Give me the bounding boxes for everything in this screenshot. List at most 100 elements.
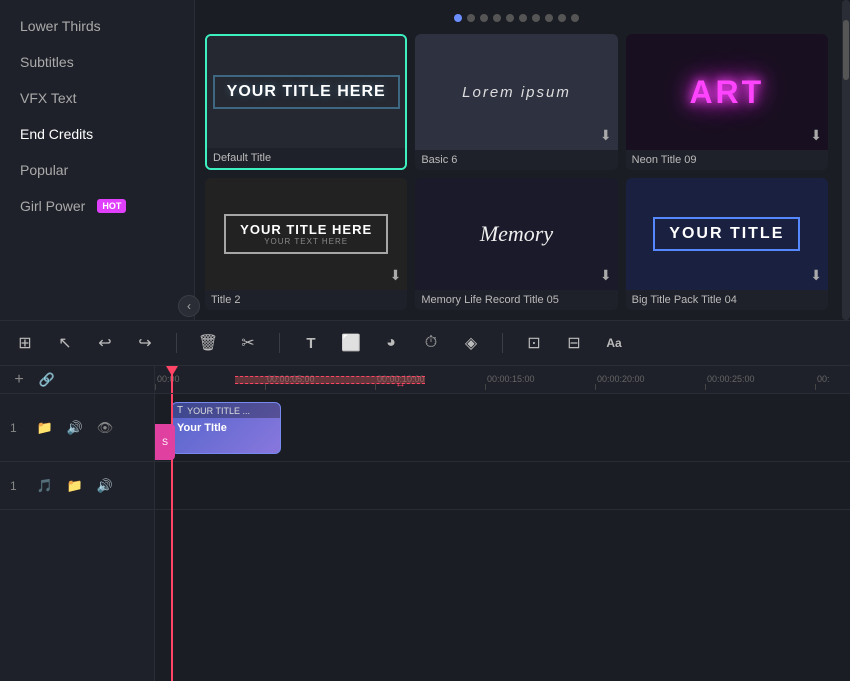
scrollbar[interactable] bbox=[842, 0, 850, 320]
card-preview-text: YOUR TITLE bbox=[669, 225, 784, 243]
toolbar-separator bbox=[176, 333, 177, 353]
toolbar-group-button[interactable]: ⊞ bbox=[12, 330, 38, 356]
collapse-sidebar-button[interactable]: ‹ bbox=[178, 295, 200, 317]
pagination-dot-4[interactable] bbox=[506, 14, 514, 22]
bigtitle-inner: YOUR TITLE bbox=[653, 217, 800, 251]
title-clip-label: YOUR TITLE ... bbox=[187, 406, 250, 416]
pagination-dot-8[interactable] bbox=[558, 14, 566, 22]
card-label: Big Title Pack Title 04 bbox=[626, 290, 828, 310]
scrollbar-thumb bbox=[843, 20, 849, 80]
card-preview-text: YOUR TITLE HERE bbox=[240, 222, 372, 237]
toolbar: ⊞ ↖ ↩ ↪ 🗑 ✂ T ⬜ ◕ ⏱ ◈ ⊡ ⊟ Aa bbox=[0, 320, 850, 366]
video-track-audio-button[interactable]: 🔊 bbox=[64, 417, 86, 439]
audio-track-folder-button[interactable]: 📁 bbox=[64, 475, 86, 497]
toolbar-cut-button[interactable]: ✂ bbox=[235, 330, 261, 356]
title2-inner: YOUR TITLE HERE YOUR TEXT HERE bbox=[224, 214, 388, 254]
card-label: Memory Life Record Title 05 bbox=[415, 290, 617, 310]
ruler-mark-4: 00:00:20:00 bbox=[595, 374, 705, 390]
pagination-dot-3[interactable] bbox=[493, 14, 501, 22]
toolbar-redo-button[interactable]: ↪ bbox=[132, 330, 158, 356]
toolbar-text-button[interactable]: T bbox=[298, 330, 324, 356]
title-clip[interactable]: T YOUR TITLE ... Your TItle bbox=[171, 402, 281, 454]
sidebar-item-popular[interactable]: Popular bbox=[0, 152, 194, 188]
video-track-folder-button[interactable]: 📁 bbox=[34, 417, 56, 439]
pagination-dot-0[interactable] bbox=[454, 14, 462, 22]
video-track-lane[interactable]: S T YOUR TITLE ... Your TItle bbox=[155, 394, 850, 462]
ruler-tick bbox=[595, 384, 705, 390]
content-area: YOUR TITLE HERE Default Title Lorem ipsu… bbox=[195, 0, 838, 320]
timeline-ruler: 00:0000:00:05:0000:00:10:0000:00:15:0000… bbox=[155, 366, 850, 394]
ruler-label: 00:00 bbox=[155, 374, 180, 384]
card-preview: ART ⬇ bbox=[626, 34, 828, 150]
sidebar: Lower Thirds Subtitles VFX Text End Cred… bbox=[0, 0, 195, 320]
ruler-label: 00:00:20:00 bbox=[595, 374, 645, 384]
toolbar-select-button[interactable]: ↖ bbox=[52, 330, 78, 356]
audio-track-lane[interactable] bbox=[155, 462, 850, 510]
toolbar-delete-button[interactable]: 🗑 bbox=[195, 330, 221, 356]
sidebar-item-label: VFX Text bbox=[20, 90, 77, 106]
ruler-label: 00:00:15:00 bbox=[485, 374, 535, 384]
title-clip-header: T YOUR TITLE ... bbox=[172, 403, 280, 418]
card-big-title-pack[interactable]: YOUR TITLE ⬇ Big Title Pack Title 04 bbox=[626, 178, 828, 310]
sidebar-item-end-credits[interactable]: End Credits bbox=[0, 116, 194, 152]
card-preview: YOUR TITLE ⬇ bbox=[626, 178, 828, 290]
toolbar-color-button[interactable]: ◕ bbox=[378, 330, 404, 356]
sidebar-item-label: Girl Power bbox=[20, 198, 85, 214]
title-clip-icon: T bbox=[177, 405, 183, 416]
toolbar-effects-button[interactable]: ◈ bbox=[458, 330, 484, 356]
card-preview-sub: YOUR TEXT HERE bbox=[240, 237, 372, 246]
card-preview-text: Lorem ipsum bbox=[462, 84, 571, 101]
templates-grid: YOUR TITLE HERE Default Title Lorem ipsu… bbox=[205, 34, 828, 310]
ruler-tick bbox=[265, 384, 375, 390]
download-icon[interactable]: ⬇ bbox=[390, 267, 402, 284]
pagination-dot-7[interactable] bbox=[545, 14, 553, 22]
audio-track-music-button[interactable]: 🎵 bbox=[34, 475, 56, 497]
time-marker-label: S bbox=[162, 437, 168, 447]
ruler-mark-5: 00:00:25:00 bbox=[705, 374, 815, 390]
toolbar-more1-button[interactable]: ⊡ bbox=[521, 330, 547, 356]
download-icon[interactable]: ⬇ bbox=[600, 267, 612, 284]
toolbar-crop-button[interactable]: ⬜ bbox=[338, 330, 364, 356]
card-preview: YOUR TITLE HERE bbox=[207, 36, 405, 148]
card-basic-6[interactable]: Lorem ipsum ⬇ Basic 6 bbox=[415, 34, 617, 170]
card-memory-life[interactable]: Memory ⬇ Memory Life Record Title 05 bbox=[415, 178, 617, 310]
sidebar-item-label: Lower Thirds bbox=[20, 18, 101, 34]
sidebar-item-vfx-text[interactable]: VFX Text bbox=[0, 80, 194, 116]
toolbar-more2-button[interactable]: ⊟ bbox=[561, 330, 587, 356]
toolbar-separator-3 bbox=[502, 333, 503, 353]
add-track-button[interactable]: + bbox=[8, 369, 30, 391]
pagination-dot-1[interactable] bbox=[467, 14, 475, 22]
sidebar-item-label: End Credits bbox=[20, 126, 93, 142]
sidebar-item-lower-thirds[interactable]: Lower Thirds bbox=[0, 8, 194, 44]
audio-track-control: 1 🎵 📁 🔊 bbox=[0, 462, 154, 510]
pagination-dot-9[interactable] bbox=[571, 14, 579, 22]
pagination-dot-5[interactable] bbox=[519, 14, 527, 22]
video-track-eye-button[interactable]: 👁 bbox=[94, 417, 116, 439]
toolbar-more3-button[interactable]: Aa bbox=[601, 330, 627, 356]
hot-badge: HOT bbox=[97, 199, 126, 213]
download-icon[interactable]: ⬇ bbox=[810, 267, 822, 284]
ruler-mark-6: 00: bbox=[815, 374, 850, 390]
title-clip-body: Your TItle bbox=[172, 418, 280, 438]
card-preview-text: Memory bbox=[480, 221, 553, 247]
toolbar-undo-button[interactable]: ↩ bbox=[92, 330, 118, 356]
pagination-dots bbox=[205, 10, 828, 26]
toolbar-separator-2 bbox=[279, 333, 280, 353]
card-default-title[interactable]: YOUR TITLE HERE Default Title bbox=[205, 34, 407, 170]
card-label: Default Title bbox=[207, 148, 405, 168]
sidebar-item-girl-power[interactable]: Girl Power HOT bbox=[0, 188, 194, 224]
card-neon-title[interactable]: ART ⬇ Neon Title 09 bbox=[626, 34, 828, 170]
link-tracks-button[interactable]: 🔗 bbox=[36, 369, 58, 391]
download-icon[interactable]: ⬇ bbox=[810, 127, 822, 144]
card-preview-text: ART bbox=[689, 74, 764, 111]
audio-track-volume-button[interactable]: 🔊 bbox=[94, 475, 116, 497]
card-title-2[interactable]: YOUR TITLE HERE YOUR TEXT HERE ⬇ Title 2 bbox=[205, 178, 407, 310]
sidebar-item-subtitles[interactable]: Subtitles bbox=[0, 44, 194, 80]
toolbar-speed-button[interactable]: ⏱ bbox=[418, 330, 444, 356]
ruler-tick bbox=[815, 384, 850, 390]
card-preview: Memory ⬇ bbox=[415, 178, 617, 290]
download-icon[interactable]: ⬇ bbox=[600, 127, 612, 144]
card-preview: YOUR TITLE HERE YOUR TEXT HERE ⬇ bbox=[205, 178, 407, 290]
pagination-dot-2[interactable] bbox=[480, 14, 488, 22]
pagination-dot-6[interactable] bbox=[532, 14, 540, 22]
